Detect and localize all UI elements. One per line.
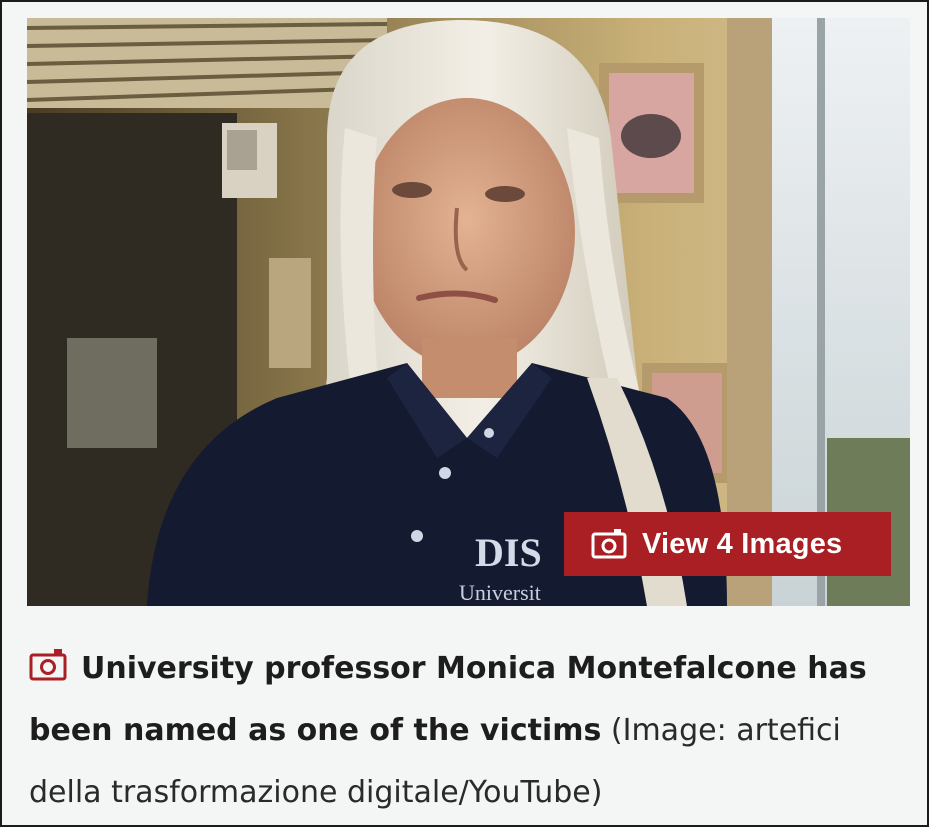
article-figure: DIS Universit View 4 Images University p… (0, 0, 929, 827)
image-caption: University professor Monica Montefalcone… (29, 638, 909, 824)
camera-icon (29, 641, 67, 681)
camera-icon (591, 529, 627, 559)
shirt-logo-text: DIS (475, 530, 542, 575)
article-photo[interactable]: DIS Universit View 4 Images (27, 18, 910, 606)
shirt-logo-subtext: Universit (459, 580, 541, 605)
view-images-button[interactable]: View 4 Images (564, 512, 891, 576)
view-images-label: View 4 Images (642, 527, 843, 560)
